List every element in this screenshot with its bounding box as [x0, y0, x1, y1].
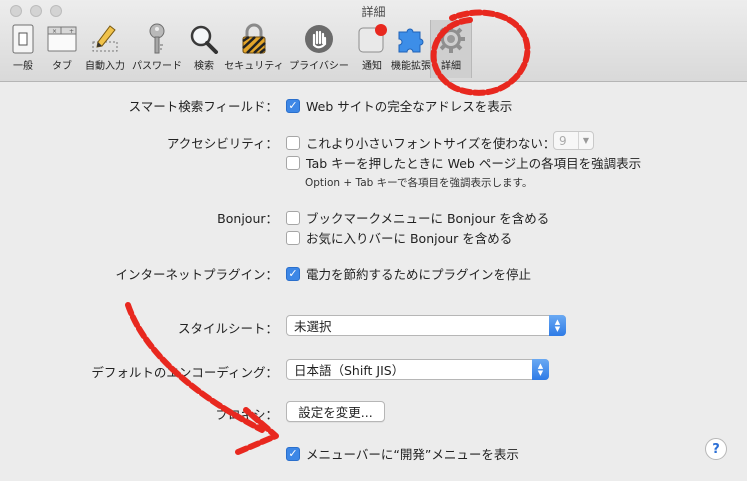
up-down-chevron-icon: ▲ ▼: [549, 315, 566, 336]
up-down-chevron-icon: ▲ ▼: [532, 359, 549, 380]
padlock-icon: [238, 23, 270, 55]
change-proxy-settings-button[interactable]: 設定を変更...: [286, 401, 385, 422]
proxy-label: プロキシ：: [215, 407, 278, 422]
svg-text:×: ×: [52, 28, 57, 35]
svg-text:+: +: [69, 28, 74, 35]
tab-passwords[interactable]: パスワード: [128, 20, 186, 78]
preferences-window: 詳細 一般 × + タブ 自動入力 パスワード 検索 セキュリティ プライバシー…: [0, 0, 747, 481]
advanced-settings-panel: スマート検索フィールド： ✓ Web サイトの完全なアドレスを表示 アクセシビリ…: [0, 83, 747, 481]
help-button[interactable]: ?: [705, 438, 727, 460]
notification-badge-icon: [356, 23, 388, 55]
puzzle-piece-icon: [395, 23, 427, 55]
chevron-down-icon: ▼: [578, 132, 593, 149]
smart-search-label: スマート検索フィールド：: [128, 99, 278, 114]
checkmark-icon: ✓: [286, 98, 300, 113]
tab-autofill[interactable]: 自動入力: [82, 20, 128, 78]
show-full-address-checkbox[interactable]: ✓ Web サイトの完全なアドレスを表示: [286, 96, 512, 115]
bonjour-favorites-checkbox[interactable]: お気に入りバーに Bonjour を含める: [286, 228, 512, 247]
min-font-size-select[interactable]: 9 ▼: [553, 131, 594, 150]
tab-search[interactable]: 検索: [186, 20, 222, 78]
checkmark-icon: ✓: [286, 266, 300, 281]
tab-tabs[interactable]: × + タブ: [42, 20, 82, 78]
default-encoding-label: デフォルトのエンコーディング：: [91, 365, 278, 380]
window-title: 詳細: [361, 5, 386, 19]
internet-plugins-label: インターネットプラグイン：: [115, 267, 278, 282]
titlebar: 詳細 一般 × + タブ 自動入力 パスワード 検索 セキュリティ プライバシー…: [0, 0, 747, 82]
tab-notifications[interactable]: 通知: [352, 20, 392, 78]
stylesheet-label: スタイルシート：: [177, 321, 278, 336]
tab-highlight-note: Option + Tab キーで各項目を強調表示します。: [305, 177, 533, 189]
checkmark-icon: ✓: [286, 446, 300, 461]
stop-plugins-checkbox[interactable]: ✓ 電力を節約するためにプラグインを停止: [286, 264, 531, 283]
gear-icon: [435, 23, 467, 55]
stylesheet-select[interactable]: 未選択 ▲ ▼: [286, 315, 566, 336]
general-switch-icon: [7, 23, 39, 55]
tab-privacy[interactable]: プライバシー: [286, 20, 352, 78]
magnifier-icon: [188, 23, 220, 55]
tab-general[interactable]: 一般: [4, 20, 42, 78]
autofill-pencil-icon: [89, 23, 121, 55]
preferences-toolbar: 一般 × + タブ 自動入力 パスワード 検索 セキュリティ プライバシー 通知…: [0, 20, 747, 82]
show-develop-menu-checkbox[interactable]: ✓ メニューバーに“開発”メニューを表示: [286, 444, 519, 463]
tabs-window-icon: × +: [46, 23, 78, 55]
tab-extensions[interactable]: 機能拡張: [391, 20, 431, 78]
hand-stop-icon: [303, 23, 335, 55]
bonjour-label: Bonjour：: [217, 211, 278, 226]
tab-highlight-checkbox[interactable]: Tab キーを押したときに Web ページ上の各項目を強調表示: [286, 153, 641, 172]
key-icon: [141, 23, 173, 55]
default-encoding-select[interactable]: 日本語（Shift JIS） ▲ ▼: [286, 359, 549, 380]
tab-security[interactable]: セキュリティ: [222, 20, 286, 78]
accessibility-label: アクセシビリティ：: [166, 136, 278, 151]
bonjour-bookmarks-checkbox[interactable]: ブックマークメニューに Bonjour を含める: [286, 208, 549, 227]
tab-advanced[interactable]: 詳細: [430, 20, 472, 78]
min-font-size-checkbox[interactable]: これより小さいフォントサイズを使わない：: [286, 133, 555, 152]
